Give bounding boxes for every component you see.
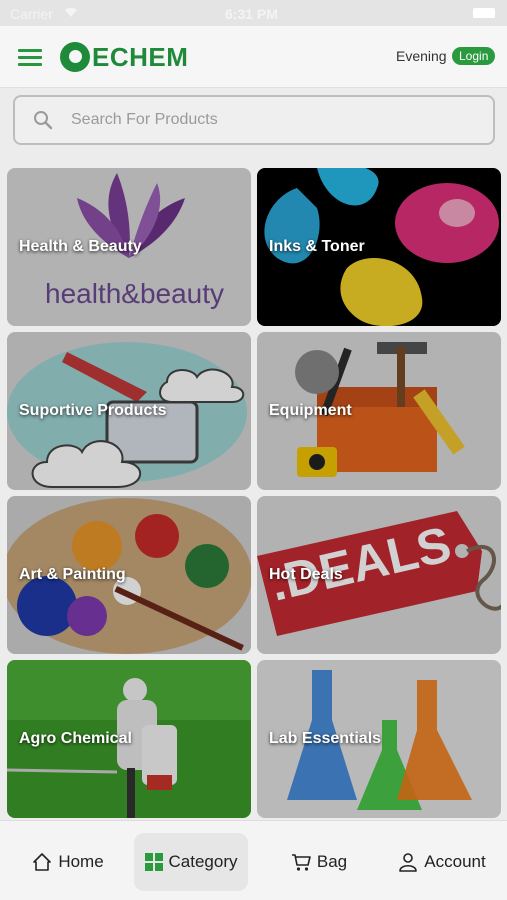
tab-home-label: Home	[58, 852, 104, 871]
tab-account-label: Account	[424, 852, 486, 871]
grid-icon	[144, 853, 163, 871]
logo-text: ECHEM	[92, 41, 189, 72]
category-label: Lab Essentials	[269, 730, 382, 747]
tab-home[interactable]: Home	[14, 833, 122, 891]
category-card-inks-toner[interactable]: Inks & Toner	[257, 168, 501, 326]
tab-bag[interactable]: Bag	[274, 833, 364, 891]
status-time: 6:31 PM	[225, 6, 278, 22]
bottom-tab-bar: Home Category Bag Account	[0, 820, 507, 900]
hamburger-menu-icon[interactable]	[18, 49, 42, 67]
tab-bag-label: Bag	[316, 852, 348, 871]
echem-logo: ECHEM	[60, 40, 188, 74]
home-icon	[33, 853, 52, 871]
category-label: Hot Deals	[269, 566, 343, 583]
tab-category-label: Category	[168, 852, 238, 871]
wifi-icon	[65, 7, 77, 17]
status-bar: Carrier 6:31 PM	[0, 0, 507, 26]
category-card-equipment[interactable]: Equipment	[257, 332, 501, 490]
category-card-suportive-products[interactable]: Suportive Products	[7, 332, 251, 490]
category-label: Art & Painting	[19, 566, 126, 583]
greeting-text: Evening	[396, 48, 447, 64]
user-icon	[399, 853, 418, 872]
category-card-hot-deals[interactable]: .DEALS Hot Deals	[257, 496, 501, 654]
battery-icon	[473, 8, 495, 18]
leaf-logo-icon	[60, 42, 90, 72]
search-input[interactable]	[71, 107, 471, 133]
category-card-lab-essentials[interactable]: Lab Essentials	[257, 660, 501, 818]
tab-account[interactable]: Account	[386, 833, 498, 891]
category-label: Inks & Toner	[269, 238, 365, 255]
app-header: ECHEM Evening Login	[0, 26, 507, 88]
search-icon	[34, 111, 53, 130]
category-label: Equipment	[269, 402, 352, 419]
category-label: Suportive Products	[19, 402, 167, 419]
tab-category[interactable]: Category	[134, 833, 248, 891]
search-bar[interactable]	[13, 95, 495, 145]
category-card-art-painting[interactable]: Art & Painting	[7, 496, 251, 654]
category-label: Agro Chemical	[19, 730, 132, 747]
category-card-health-beauty[interactable]: health&beauty Health & Beauty	[7, 168, 251, 326]
carrier-label: Carrier	[10, 6, 53, 22]
category-card-agro-chemical[interactable]: Agro Chemical	[7, 660, 251, 818]
login-button[interactable]: Login	[452, 47, 496, 65]
category-label: Health & Beauty	[19, 238, 142, 255]
cart-icon	[291, 854, 311, 871]
